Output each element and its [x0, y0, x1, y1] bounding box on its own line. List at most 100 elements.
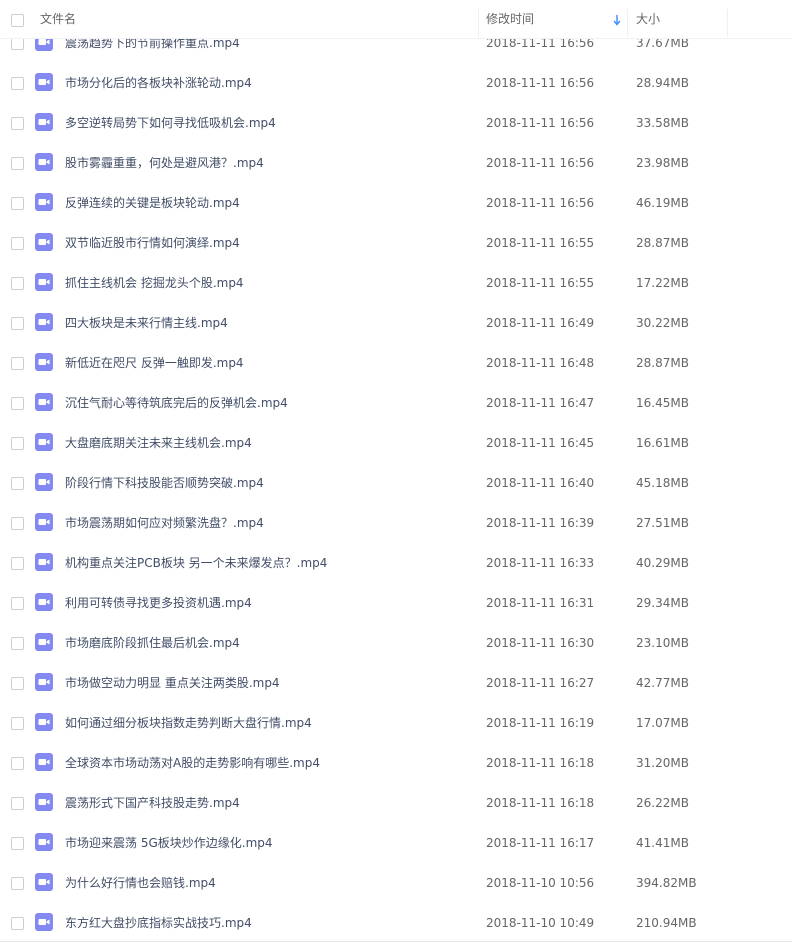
video-file-icon	[35, 673, 53, 691]
file-name[interactable]: 股市雾霾重重，何处是避风港？.mp4	[65, 143, 264, 183]
row-checkbox[interactable]	[11, 877, 24, 890]
column-divider[interactable]	[478, 9, 479, 37]
file-size: 23.98MB	[636, 156, 689, 170]
table-row[interactable]: 反弹连续的关键是板块轮动.mp4 2018-11-11 16:56 46.19MB	[0, 183, 792, 223]
video-file-icon	[35, 633, 53, 651]
table-row[interactable]: 全球资本市场动荡对A股的走势影响有哪些.mp4 2018-11-11 16:18 3…	[0, 743, 792, 783]
file-modified-time: 2018-11-11 16:49	[486, 316, 595, 330]
row-checkbox[interactable]	[11, 157, 24, 170]
file-name[interactable]: 四大板块是未来行情主线.mp4	[65, 303, 228, 343]
file-modified-time: 2018-11-11 16:47	[486, 396, 595, 410]
file-name[interactable]: 市场做空动力明显 重点关注两类股.mp4	[65, 663, 280, 703]
file-name[interactable]: 为什么好行情也会赔钱.mp4	[65, 863, 216, 903]
file-modified-time: 2018-11-11 16:48	[486, 356, 595, 370]
video-file-icon	[35, 113, 53, 131]
file-name[interactable]: 大盘磨底期关注未来主线机会.mp4	[65, 423, 252, 463]
row-checkbox[interactable]	[11, 277, 24, 290]
video-file-icon	[35, 153, 53, 171]
row-checkbox[interactable]	[11, 717, 24, 730]
table-row[interactable]: 大盘磨底期关注未来主线机会.mp4 2018-11-11 16:45 16.61MB	[0, 423, 792, 463]
row-checkbox[interactable]	[11, 917, 24, 930]
file-name[interactable]: 市场磨底阶段抓住最后机会.mp4	[65, 623, 240, 663]
table-row[interactable]: 双节临近股市行情如何演绎.mp4 2018-11-11 16:55 28.87MB	[0, 223, 792, 263]
table-row[interactable]: 新低近在咫尺 反弹一触即发.mp4 2018-11-11 16:48 28.87MB	[0, 343, 792, 383]
file-size: 16.45MB	[636, 396, 689, 410]
table-row[interactable]: 市场磨底阶段抓住最后机会.mp4 2018-11-11 16:30 23.10MB	[0, 623, 792, 663]
table-row[interactable]: 为什么好行情也会赔钱.mp4 2018-11-10 10:56 394.82MB	[0, 863, 792, 903]
file-name[interactable]: 抓住主线机会 挖掘龙头个股.mp4	[65, 263, 244, 303]
file-name[interactable]: 机构重点关注PCB板块 另一个未来爆发点？.mp4	[65, 543, 327, 583]
row-checkbox[interactable]	[11, 117, 24, 130]
file-name[interactable]: 利用可转债寻找更多投资机遇.mp4	[65, 583, 252, 623]
file-size: 16.61MB	[636, 436, 689, 450]
file-name[interactable]: 市场迎来震荡 5G板块炒作边缘化.mp4	[65, 823, 273, 863]
table-row[interactable]: 阶段行情下科技股能否顺势突破.mp4 2018-11-11 16:40 45.18M…	[0, 463, 792, 503]
table-row[interactable]: 市场迎来震荡 5G板块炒作边缘化.mp4 2018-11-11 16:17 41.4…	[0, 823, 792, 863]
row-checkbox[interactable]	[11, 557, 24, 570]
file-modified-time: 2018-11-11 16:17	[486, 836, 595, 850]
row-checkbox[interactable]	[11, 317, 24, 330]
file-name[interactable]: 全球资本市场动荡对A股的走势影响有哪些.mp4	[65, 743, 320, 783]
row-checkbox[interactable]	[11, 677, 24, 690]
row-checkbox[interactable]	[11, 77, 24, 90]
row-checkbox[interactable]	[11, 797, 24, 810]
table-row[interactable]: 多空逆转局势下如何寻找低吸机会.mp4 2018-11-11 16:56 33.58…	[0, 103, 792, 143]
file-modified-time: 2018-11-11 16:40	[486, 476, 595, 490]
column-header-size[interactable]: 大小	[636, 0, 660, 38]
table-row[interactable]: 市场做空动力明显 重点关注两类股.mp4 2018-11-11 16:27 42.7…	[0, 663, 792, 703]
video-file-icon	[35, 273, 53, 291]
file-name[interactable]: 双节临近股市行情如何演绎.mp4	[65, 223, 240, 263]
file-name[interactable]: 反弹连续的关键是板块轮动.mp4	[65, 183, 240, 223]
file-modified-time: 2018-11-11 16:18	[486, 796, 595, 810]
table-row[interactable]: 震荡形式下国产科技股走势.mp4 2018-11-11 16:18 26.22MB	[0, 783, 792, 823]
file-size: 41.41MB	[636, 836, 689, 850]
table-row[interactable]: 抓住主线机会 挖掘龙头个股.mp4 2018-11-11 16:55 17.22MB	[0, 263, 792, 303]
column-header-name[interactable]: 文件名	[40, 0, 76, 38]
file-name[interactable]: 沉住气耐心等待筑底完后的反弹机会.mp4	[65, 383, 288, 423]
row-checkbox[interactable]	[11, 517, 24, 530]
row-checkbox[interactable]	[11, 837, 24, 850]
select-all-checkbox[interactable]	[11, 14, 24, 27]
column-divider[interactable]	[627, 9, 628, 37]
video-file-icon	[35, 553, 53, 571]
table-row[interactable]: 四大板块是未来行情主线.mp4 2018-11-11 16:49 30.22MB	[0, 303, 792, 343]
row-checkbox[interactable]	[11, 197, 24, 210]
row-checkbox[interactable]	[11, 757, 24, 770]
table-row[interactable]: 市场震荡期如何应对频繁洗盘？.mp4 2018-11-11 16:39 27.51M…	[0, 503, 792, 543]
file-name[interactable]: 市场分化后的各板块补涨轮动.mp4	[65, 63, 252, 103]
column-divider[interactable]	[727, 9, 728, 37]
row-checkbox[interactable]	[11, 437, 24, 450]
file-size: 31.20MB	[636, 756, 689, 770]
video-file-icon	[35, 593, 53, 611]
video-file-icon	[35, 713, 53, 731]
table-row[interactable]: 如何通过细分板块指数走势判断大盘行情.mp4 2018-11-11 16:19 17…	[0, 703, 792, 743]
table-row[interactable]: 市场分化后的各板块补涨轮动.mp4 2018-11-11 16:56 28.94MB	[0, 63, 792, 103]
file-size: 17.22MB	[636, 276, 689, 290]
table-row[interactable]: 股市雾霾重重，何处是避风港？.mp4 2018-11-11 16:56 23.98M…	[0, 143, 792, 183]
column-header-modified-time[interactable]: 修改时间	[486, 0, 534, 38]
file-modified-time: 2018-11-11 16:55	[486, 236, 595, 250]
table-row[interactable]: 沉住气耐心等待筑底完后的反弹机会.mp4 2018-11-11 16:47 16.4…	[0, 383, 792, 423]
table-row[interactable]: 东方红大盘抄底指标实战技巧.mp4 2018-11-10 10:49 210.94M…	[0, 903, 792, 943]
file-name[interactable]: 市场震荡期如何应对频繁洗盘？.mp4	[65, 503, 264, 543]
file-name[interactable]: 多空逆转局势下如何寻找低吸机会.mp4	[65, 103, 276, 143]
file-modified-time: 2018-11-11 16:56	[486, 76, 595, 90]
table-row[interactable]: 机构重点关注PCB板块 另一个未来爆发点？.mp4 2018-11-11 16:3…	[0, 543, 792, 583]
row-checkbox[interactable]	[11, 597, 24, 610]
file-modified-time: 2018-11-11 16:45	[486, 436, 595, 450]
row-checkbox[interactable]	[11, 397, 24, 410]
video-file-icon	[35, 433, 53, 451]
sort-down-icon[interactable]	[613, 14, 621, 26]
file-name[interactable]: 新低近在咫尺 反弹一触即发.mp4	[65, 343, 244, 383]
table-row[interactable]: 利用可转债寻找更多投资机遇.mp4 2018-11-11 16:31 29.34MB	[0, 583, 792, 623]
row-checkbox[interactable]	[11, 637, 24, 650]
file-size: 28.87MB	[636, 236, 689, 250]
file-name[interactable]: 东方红大盘抄底指标实战技巧.mp4	[65, 903, 252, 943]
file-name[interactable]: 如何通过细分板块指数走势判断大盘行情.mp4	[65, 703, 312, 743]
row-checkbox[interactable]	[11, 357, 24, 370]
file-name[interactable]: 震荡形式下国产科技股走势.mp4	[65, 783, 240, 823]
row-checkbox[interactable]	[11, 477, 24, 490]
file-name[interactable]: 阶段行情下科技股能否顺势突破.mp4	[65, 463, 264, 503]
video-file-icon	[35, 753, 53, 771]
row-checkbox[interactable]	[11, 237, 24, 250]
